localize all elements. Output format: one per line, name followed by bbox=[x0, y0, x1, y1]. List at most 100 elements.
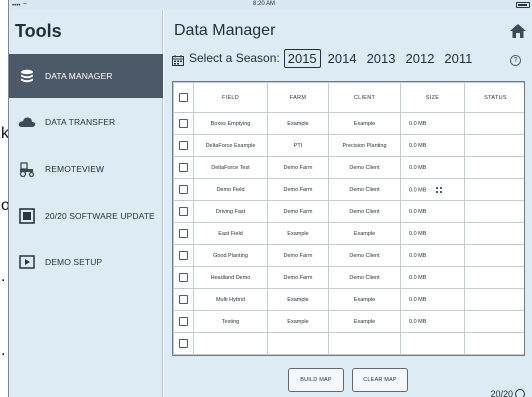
field-cell: DeltaForce Test bbox=[193, 156, 268, 179]
row-checkbox[interactable] bbox=[179, 317, 188, 326]
table-row[interactable]: Demo Field Demo Farm Demo Client 0.0 MB bbox=[173, 178, 524, 201]
farm-cell: Demo Farm bbox=[267, 178, 329, 201]
row-checkbox[interactable] bbox=[179, 207, 188, 216]
season-option-2015[interactable]: 2015 bbox=[283, 48, 321, 68]
status-cell bbox=[464, 134, 524, 157]
table-row[interactable]: Boxes Emptying Example Example 0.0 MB bbox=[173, 112, 524, 135]
column-header-field[interactable]: FIELD bbox=[193, 82, 268, 113]
client-cell: Demo Client bbox=[328, 156, 401, 179]
status-cell bbox=[464, 156, 524, 179]
database-icon bbox=[16, 65, 38, 87]
sidebar-item-label: DATA MANAGER bbox=[45, 71, 113, 81]
cloud-icon bbox=[16, 111, 38, 133]
field-cell: Demo Field bbox=[193, 178, 268, 201]
brand-logo: 20/20 bbox=[490, 389, 525, 397]
row-checkbox[interactable] bbox=[179, 141, 188, 150]
calendar-icon bbox=[172, 53, 184, 66]
farm-cell: Example bbox=[267, 112, 329, 135]
sidebar-item-label: REMOTEVIEW bbox=[45, 164, 105, 174]
client-cell: Demo Client bbox=[328, 266, 401, 289]
sidebar-title: Tools bbox=[15, 21, 62, 41]
season-option-2012[interactable]: 2012 bbox=[403, 50, 438, 67]
row-checkbox[interactable] bbox=[179, 273, 188, 282]
status-cell bbox=[464, 200, 524, 223]
season-option-2011[interactable]: 2011 bbox=[441, 50, 475, 67]
season-label: Select a Season: bbox=[189, 51, 280, 65]
qr-code-icon[interactable] bbox=[434, 184, 445, 195]
sidebar-item-data-manager[interactable]: DATA MANAGER bbox=[9, 54, 163, 98]
size-cell: 0.0 MB bbox=[400, 200, 465, 223]
row-checkbox[interactable] bbox=[179, 229, 188, 238]
row-checkbox[interactable] bbox=[179, 251, 188, 260]
column-header-status[interactable]: STATUS bbox=[464, 82, 524, 113]
field-cell: Headland Demo bbox=[193, 266, 268, 289]
select-all-checkbox[interactable] bbox=[179, 93, 188, 102]
clear-map-button[interactable]: CLEAR MAP bbox=[352, 368, 408, 392]
row-checkbox[interactable] bbox=[179, 119, 188, 128]
table-row[interactable]: Good Planting Demo Farm Demo Client 0.0 … bbox=[173, 244, 524, 267]
column-header-client[interactable]: CLIENT bbox=[328, 82, 401, 113]
cropped-slide-edge: k o . . bbox=[0, 0, 10, 397]
column-header-farm[interactable]: FARM bbox=[267, 82, 329, 113]
clock: 8:20 AM bbox=[253, 1, 276, 7]
client-cell: Demo Client bbox=[328, 178, 401, 201]
client-cell: Example bbox=[328, 288, 401, 311]
client-cell: Demo Client bbox=[328, 200, 401, 223]
season-option-2013[interactable]: 2013 bbox=[364, 50, 399, 67]
farm-cell: Demo Farm bbox=[267, 156, 329, 179]
sidebar-item-remoteview[interactable]: REMOTEVIEW bbox=[9, 147, 163, 191]
farm-cell: Example bbox=[267, 288, 329, 311]
farm-cell: Demo Farm bbox=[267, 200, 329, 223]
table-row-partial[interactable] bbox=[173, 332, 524, 355]
select-all-cell bbox=[173, 82, 194, 113]
sidebar-item-demo-setup[interactable]: DEMO SETUP bbox=[9, 240, 163, 284]
row-checkbox[interactable] bbox=[179, 185, 188, 194]
farm-cell: Example bbox=[267, 310, 329, 333]
size-cell: 0.0 MB bbox=[400, 112, 465, 135]
sidebar-item-software-update[interactable]: 20/20 SOFTWARE UPDATE bbox=[9, 194, 163, 238]
status-cell bbox=[464, 222, 524, 245]
table-row[interactable]: Driving Fast Demo Farm Demo Client 0.0 M… bbox=[173, 200, 524, 223]
status-bar: •••• ⌔ 8:20 AM bbox=[9, 0, 532, 10]
table-row[interactable]: Testing Example Example 0.0 MB bbox=[173, 310, 524, 333]
table-header-row: FIELD FARM CLIENT SIZE STATUS bbox=[173, 82, 524, 113]
size-cell: 0.0 MB bbox=[400, 266, 465, 289]
demo-setup-icon bbox=[16, 251, 38, 273]
table-row[interactable]: DeltaForce Test Demo Farm Demo Client 0.… bbox=[173, 156, 524, 179]
build-map-button[interactable]: BUILD MAP bbox=[288, 368, 344, 392]
sidebar: Tools DATA MANAGER DATA TRANSFER REMOTEV… bbox=[9, 10, 163, 397]
size-cell: 0.0 MB bbox=[400, 310, 465, 333]
home-icon[interactable] bbox=[509, 23, 527, 39]
field-cell: East Field bbox=[193, 222, 268, 245]
client-cell: Example bbox=[328, 222, 401, 245]
column-header-size[interactable]: SIZE bbox=[400, 82, 465, 113]
size-cell: 0.0 MB bbox=[400, 156, 465, 179]
software-update-icon bbox=[16, 205, 38, 227]
row-checkbox[interactable] bbox=[179, 295, 188, 304]
table-row[interactable]: Headland Demo Demo Farm Demo Client 0.0 … bbox=[173, 266, 524, 289]
status-cell bbox=[464, 288, 524, 311]
client-cell: Example bbox=[328, 310, 401, 333]
fields-table: FIELD FARM CLIENT SIZE STATUS Boxes Empt… bbox=[172, 81, 525, 356]
row-checkbox[interactable] bbox=[179, 163, 188, 172]
row-checkbox[interactable] bbox=[179, 339, 188, 348]
field-cell: Testing bbox=[193, 310, 268, 333]
farm-cell: Example bbox=[267, 222, 329, 245]
sidebar-item-label: DEMO SETUP bbox=[45, 257, 103, 267]
page-title: Data Manager bbox=[174, 22, 276, 39]
sidebar-item-data-transfer[interactable]: DATA TRANSFER bbox=[9, 100, 163, 144]
field-cell: Good Planting bbox=[193, 244, 268, 267]
help-icon[interactable]: ? bbox=[510, 55, 521, 66]
globe-icon bbox=[515, 389, 525, 397]
size-cell: 0.0 MB bbox=[400, 244, 465, 267]
table-row[interactable]: East Field Example Example 0.0 MB bbox=[173, 222, 524, 245]
farm-cell: PTI bbox=[267, 134, 329, 157]
table-row[interactable]: Multi Hybrid Example Example 0.0 MB bbox=[173, 288, 524, 311]
status-cell bbox=[464, 244, 524, 267]
season-option-2014[interactable]: 2014 bbox=[325, 50, 360, 67]
table-row[interactable]: DeltaForce Example PTI Precision Plantin… bbox=[173, 134, 524, 157]
data-manager-panel: Data Manager Select a Season: 2015 2014 … bbox=[164, 10, 532, 397]
sidebar-item-label: DATA TRANSFER bbox=[45, 117, 116, 127]
brand-label: 20/20 bbox=[490, 389, 513, 397]
farm-cell: Demo Farm bbox=[267, 266, 329, 289]
